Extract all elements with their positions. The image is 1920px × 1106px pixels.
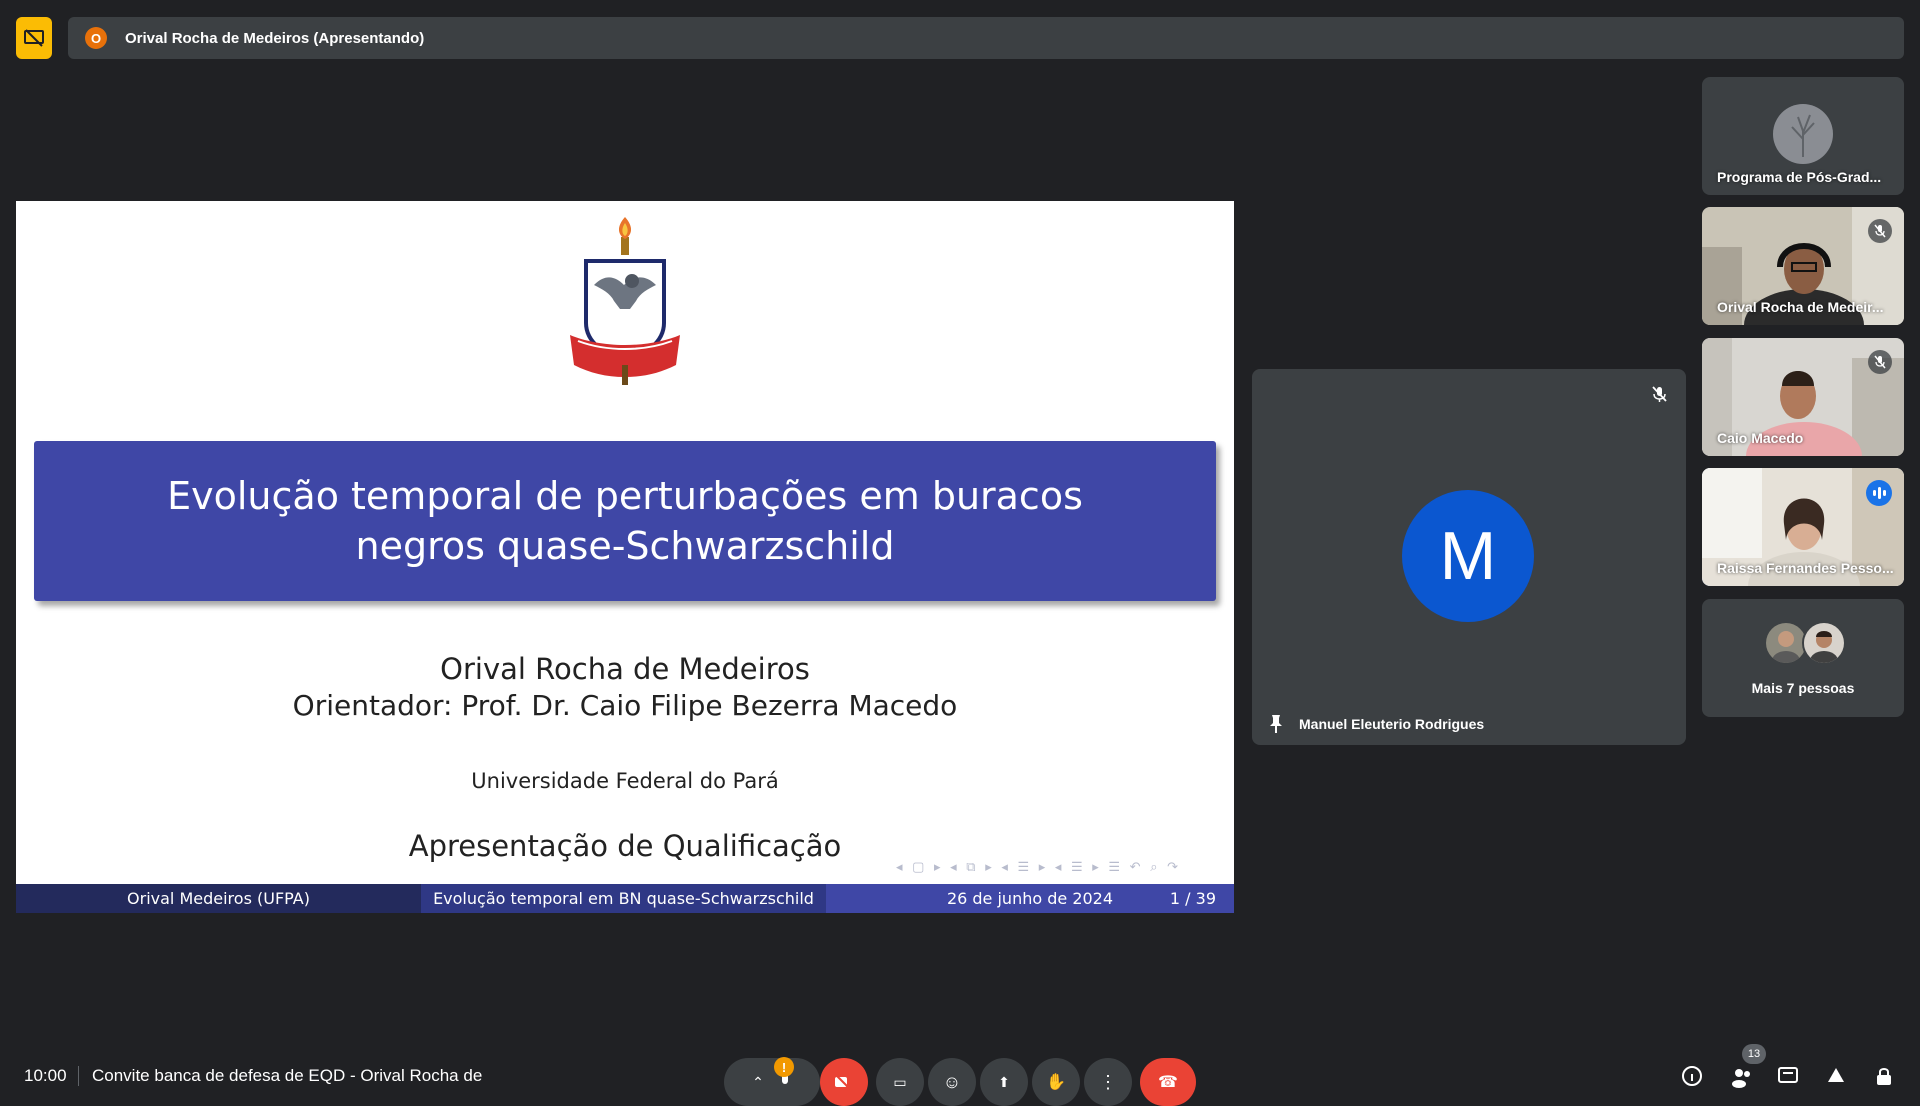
people-icon[interactable] (1730, 1064, 1754, 1088)
more-options-button[interactable]: ⋮ (1084, 1058, 1132, 1106)
present-button[interactable]: ⬆ (980, 1058, 1028, 1106)
slide-university: Universidade Federal do Pará (471, 769, 779, 793)
slide-title: Evolução temporal de perturbações em bur… (167, 474, 1083, 568)
info-icon[interactable] (1680, 1064, 1704, 1088)
alert-badge: ! (774, 1057, 794, 1077)
captions-button[interactable]: ▭ (876, 1058, 924, 1106)
footer-author: Orival Medeiros (UFPA) (16, 884, 421, 913)
slide-event: Apresentação de Qualificação (408, 829, 842, 863)
participant-name: Caio Macedo (1717, 430, 1804, 446)
participant-name: Raissa Fernandes Pesso... (1717, 560, 1894, 576)
participant-avatar: M (1402, 490, 1534, 622)
more-vert-icon: ⋮ (1099, 1071, 1117, 1092)
clock: 10:00 (24, 1066, 67, 1085)
participant-name: Manuel Eleuterio Rodrigues (1299, 716, 1485, 732)
presenter-label: Orival Rocha de Medeiros (Apresentando) (125, 29, 425, 47)
reactions-button[interactable]: ☺ (928, 1058, 976, 1106)
camera-off-button[interactable] (820, 1058, 868, 1106)
meeting-title: Convite banca de defesa de EQD - Orival … (92, 1066, 483, 1085)
mic-off-icon (1868, 350, 1892, 374)
slide-title-box: Evolução temporal de perturbações em bur… (34, 441, 1216, 601)
participant-avatar (1802, 621, 1846, 665)
participant-name: Programa de Pós-Grad... (1717, 169, 1882, 185)
participant-name: Orival Rocha de Medeir... (1717, 299, 1884, 315)
program-logo-icon (1773, 104, 1833, 164)
camera-off-icon (835, 1074, 851, 1090)
divider (78, 1066, 79, 1086)
mic-off-icon (1868, 219, 1892, 243)
slide-advisor: Orientador: Prof. Dr. Caio Filipe Bezerr… (292, 689, 958, 722)
audio-controls[interactable]: ⌃ (724, 1058, 820, 1106)
more-participants-tile[interactable]: Mais 7 pessoas (1702, 599, 1904, 717)
present-icon: ⬆ (998, 1073, 1010, 1090)
mic-off-icon (1652, 386, 1667, 402)
participant-tile[interactable]: Programa de Pós-Grad... (1702, 77, 1904, 195)
footer-short-title: Evolução temporal em BN quase-Schwarzsch… (421, 884, 826, 913)
hangup-icon: ☎ (1158, 1074, 1178, 1091)
presentation-slide: Evolução temporal de perturbações em bur… (16, 201, 1234, 913)
more-participants-avatars (1764, 621, 1846, 665)
slide-footer: Orival Medeiros (UFPA) Evolução temporal… (16, 884, 1234, 913)
participant-tile[interactable]: Caio Macedo (1702, 338, 1904, 456)
activities-icon[interactable] (1824, 1064, 1848, 1088)
slide-author: Orival Rocha de Medeiros (440, 652, 810, 686)
captions-icon: ▭ (893, 1073, 907, 1090)
chevron-up-icon[interactable]: ⌃ (752, 1074, 764, 1091)
hand-icon: ✋ (1046, 1074, 1066, 1091)
pin-icon[interactable] (1268, 714, 1284, 734)
speaking-indicator-icon (1866, 480, 1892, 506)
presenter-avatar: O (85, 27, 107, 49)
more-participants-label: Mais 7 pessoas (1751, 680, 1855, 696)
people-count-badge: 13 (1742, 1044, 1766, 1064)
footer-date: 26 de junho de 2024 (946, 889, 1114, 908)
raise-hand-button[interactable]: ✋ (1032, 1058, 1080, 1106)
stop-presenting-icon[interactable] (16, 17, 52, 59)
beamer-navigation-icons: ◂ ▢ ▸ ◂ ⧉ ▸ ◂ ☰ ▸ ◂ ☰ ▸ ☰ ↶ ⌕ ↷ (896, 859, 1181, 874)
chat-icon[interactable] (1776, 1064, 1800, 1088)
pinned-participant-tile[interactable]: M Manuel Eleuterio Rodrigues (1252, 369, 1686, 745)
emoji-icon: ☺ (942, 1071, 962, 1092)
presenting-banner: O Orival Rocha de Medeiros (Apresentando… (68, 17, 1904, 59)
footer-page-number: 1 / 39 (1169, 889, 1216, 908)
leave-call-button[interactable]: ☎ (1140, 1058, 1196, 1106)
footer-date-section: 26 de junho de 2024 1 / 39 (826, 884, 1234, 913)
host-controls-lock-icon[interactable] (1872, 1064, 1896, 1088)
participant-tile-speaking[interactable]: Raissa Fernandes Pesso... (1702, 468, 1904, 586)
participant-tile[interactable]: Orival Rocha de Medeir... (1702, 207, 1904, 325)
university-crest-logo (570, 217, 680, 385)
